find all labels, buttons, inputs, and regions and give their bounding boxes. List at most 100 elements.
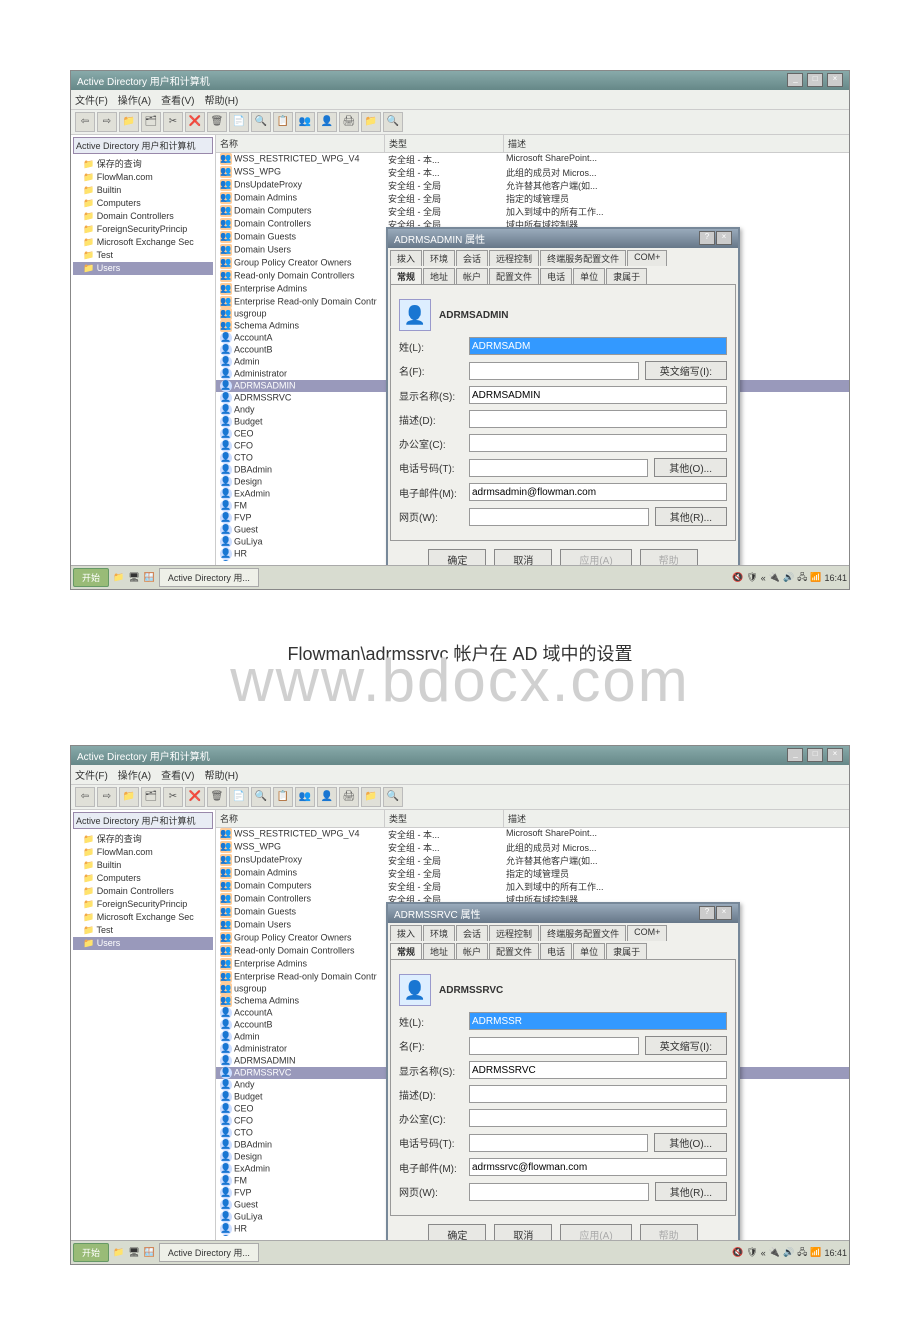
quick-launch-icon[interactable]: 🖥 <box>128 1247 139 1258</box>
dialog-button[interactable]: 帮助 <box>640 1224 698 1240</box>
list-item[interactable]: 👥WSS_RESTRICTED_WPG_V4安全组 - 本...Microsof… <box>216 828 849 841</box>
quick-launch-icon[interactable]: 🖥 <box>128 572 139 583</box>
tray-icon[interactable]: 🖧 <box>797 570 807 586</box>
text-input[interactable] <box>469 459 648 477</box>
nav-tree[interactable]: Active Directory 用户和计算机 📁 保存的查询📁 FlowMan… <box>71 810 216 1240</box>
tab[interactable]: 会话 <box>456 925 488 941</box>
text-input[interactable] <box>469 1061 727 1079</box>
toolbar-button[interactable]: 🗑 <box>207 787 227 807</box>
tab[interactable]: 常规 <box>390 943 422 959</box>
text-input[interactable] <box>469 434 727 452</box>
text-input[interactable] <box>469 1158 727 1176</box>
nav-tree[interactable]: Active Directory 用户和计算机 📁 保存的查询📁 FlowMan… <box>71 135 216 565</box>
tree-node[interactable]: 📁 Microsoft Exchange Sec <box>73 911 213 924</box>
menu-item[interactable]: 操作(A) <box>118 96 151 107</box>
quick-launch-icon[interactable]: 📁 <box>113 572 124 583</box>
other-button[interactable]: 其他(O)... <box>654 458 727 477</box>
text-input[interactable] <box>469 1012 727 1030</box>
start-button[interactable]: 开始 <box>73 568 109 587</box>
tab[interactable]: 帐户 <box>456 943 488 959</box>
text-input[interactable] <box>469 483 727 501</box>
toolbar-button[interactable]: ❌ <box>185 112 205 132</box>
text-input[interactable] <box>469 1037 639 1055</box>
tree-node[interactable]: 📁 Domain Controllers <box>73 210 213 223</box>
tab[interactable]: 环境 <box>423 925 455 941</box>
dialog-button[interactable]: 应用(A) <box>560 1224 631 1240</box>
tab[interactable]: 拨入 <box>390 250 422 266</box>
dialog-close-icon[interactable]: × <box>716 231 732 245</box>
tree-node[interactable]: 📁 保存的查询 <box>73 156 213 171</box>
col-type[interactable]: 类型 <box>385 135 504 152</box>
toolbar-button[interactable]: 🗑 <box>207 112 227 132</box>
maximize-button[interactable]: □ <box>807 73 823 87</box>
tab[interactable]: 电话 <box>540 943 572 959</box>
tab[interactable]: 远程控制 <box>489 925 539 941</box>
tab[interactable]: 帐户 <box>456 268 488 284</box>
tab[interactable]: 会话 <box>456 250 488 266</box>
tab[interactable]: 地址 <box>423 268 455 284</box>
toolbar-button[interactable]: ✂ <box>163 787 183 807</box>
tab[interactable]: 隶属于 <box>606 943 647 959</box>
toolbar-button[interactable]: 👥 <box>295 787 315 807</box>
menu-item[interactable]: 查看(V) <box>161 96 194 107</box>
tab[interactable]: 隶属于 <box>606 268 647 284</box>
toolbar-button[interactable]: 📄 <box>229 787 249 807</box>
menu-item[interactable]: 操作(A) <box>118 771 151 782</box>
tray-icon[interactable]: 🔊 <box>783 1247 794 1258</box>
quick-launch-icon[interactable]: 🪟 <box>144 1247 155 1258</box>
tree-node[interactable]: 📁 ForeignSecurityPrincip <box>73 223 213 236</box>
quick-launch-icon[interactable]: 🪟 <box>144 572 155 583</box>
toolbar-button[interactable]: 👥 <box>295 112 315 132</box>
toolbar-button[interactable]: 🖨 <box>339 787 359 807</box>
text-input[interactable] <box>469 1134 648 1152</box>
tree-node[interactable]: 📁 FlowMan.com <box>73 171 213 184</box>
other-button[interactable]: 其他(O)... <box>654 1133 727 1152</box>
tab[interactable]: 常规 <box>390 268 422 284</box>
tray-icon[interactable]: « <box>761 573 766 583</box>
text-input[interactable] <box>469 1109 727 1127</box>
tray-icon[interactable]: 📶 <box>810 1247 821 1258</box>
list-item[interactable]: 👥WSS_RESTRICTED_WPG_V4安全组 - 本...Microsof… <box>216 153 849 166</box>
text-input[interactable] <box>469 1183 649 1201</box>
tree-node[interactable]: 📁 ForeignSecurityPrincip <box>73 898 213 911</box>
toolbar-button[interactable]: 👤 <box>317 787 337 807</box>
toolbar-button[interactable]: 📁 <box>119 112 139 132</box>
tab[interactable]: COM+ <box>627 250 667 266</box>
col-desc[interactable]: 描述 <box>504 810 849 827</box>
list-item[interactable]: 👥DnsUpdateProxy安全组 - 全局允许替其他客户端(如... <box>216 854 849 867</box>
column-headers[interactable]: 名称 类型 描述 <box>216 810 849 828</box>
col-name[interactable]: 名称 <box>216 135 385 152</box>
toolbar-button[interactable]: ⇨ <box>97 112 117 132</box>
toolbar-button[interactable]: 🗂 <box>141 787 161 807</box>
tree-node[interactable]: 📁 Domain Controllers <box>73 885 213 898</box>
tray-icon[interactable]: « <box>761 1248 766 1258</box>
toolbar-button[interactable]: 🔍 <box>251 787 271 807</box>
tab[interactable]: 终端服务配置文件 <box>540 250 626 266</box>
taskbar-button[interactable]: Active Directory 用... <box>159 568 259 587</box>
tab[interactable]: 单位 <box>573 268 605 284</box>
tab[interactable]: 环境 <box>423 250 455 266</box>
maximize-button[interactable]: □ <box>807 748 823 762</box>
other-button[interactable]: 其他(R)... <box>655 507 727 526</box>
toolbar-button[interactable]: ⇦ <box>75 112 95 132</box>
tray-icon[interactable]: 🔊 <box>783 572 794 583</box>
text-input[interactable] <box>469 386 727 404</box>
list-item[interactable]: 👥Domain Computers安全组 - 全局加入到域中的所有工作... <box>216 880 849 893</box>
text-input[interactable] <box>469 1085 727 1103</box>
column-headers[interactable]: 名称 类型 描述 <box>216 135 849 153</box>
menu-item[interactable]: 查看(V) <box>161 771 194 782</box>
minimize-button[interactable]: _ <box>787 73 803 87</box>
tray-icon[interactable]: 📶 <box>810 572 821 583</box>
toolbar-button[interactable]: 📄 <box>229 112 249 132</box>
tree-node[interactable]: 📁 Builtin <box>73 859 213 872</box>
list-item[interactable]: 👥WSS_WPG安全组 - 本...此组的成员对 Micros... <box>216 841 849 854</box>
menu-item[interactable]: 文件(F) <box>75 96 108 107</box>
menu-item[interactable]: 帮助(H) <box>204 96 238 107</box>
col-name[interactable]: 名称 <box>216 810 385 827</box>
tray-icon[interactable]: 🔇 <box>732 572 743 583</box>
minimize-button[interactable]: _ <box>787 748 803 762</box>
other-button[interactable]: 英文缩写(I): <box>645 1036 727 1055</box>
tab[interactable]: 配置文件 <box>489 943 539 959</box>
tree-node[interactable]: 📁 Users <box>73 937 213 950</box>
toolbar-button[interactable]: 👤 <box>317 112 337 132</box>
